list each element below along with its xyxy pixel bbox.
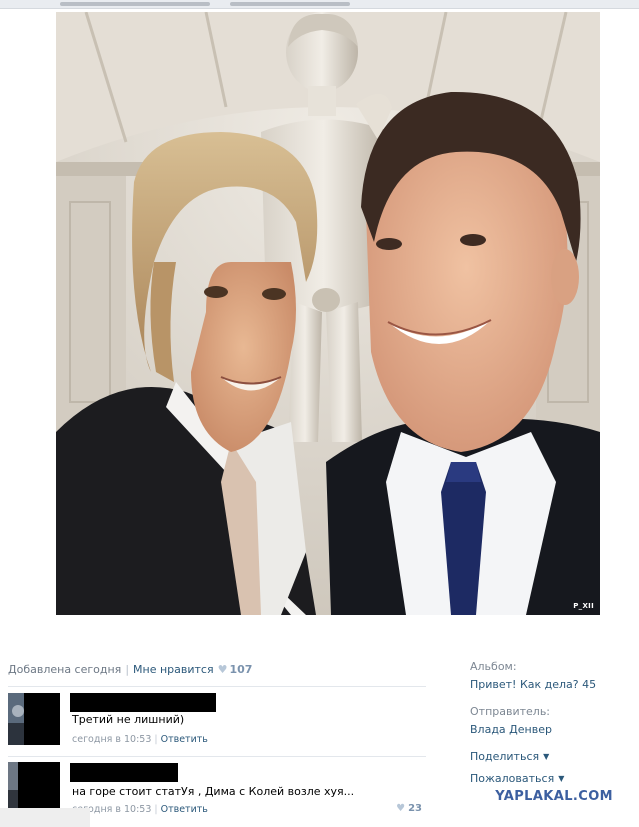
album-label: Альбом:: [470, 660, 517, 673]
chevron-down-icon[interactable]: ▼: [558, 774, 564, 783]
comment-item: Третий не лишний) сегодня в 10:53 | Ответи…: [8, 693, 428, 749]
share-label[interactable]: Поделиться: [470, 750, 539, 763]
comment-text: Третий не лишний): [72, 713, 185, 726]
divider: [8, 756, 426, 757]
top-strip: [0, 0, 639, 9]
comment-meta: сегодня в 10:53 | Ответить: [72, 804, 208, 815]
report-label[interactable]: Пожаловаться: [470, 772, 554, 785]
like-count[interactable]: 107: [229, 663, 252, 676]
added-date: Добавлена сегодня: [8, 663, 122, 676]
reply-link[interactable]: Ответить: [161, 804, 208, 815]
heart-icon[interactable]: ♥: [396, 803, 405, 814]
site-watermark: YAPLAKAL.COM: [495, 789, 613, 804]
photo-sidebar: Альбом: Привет! Как дела? 45 Отправитель…: [470, 660, 630, 794]
redaction-bar: [18, 762, 60, 814]
avatar[interactable]: [8, 762, 60, 814]
bottom-strip: [0, 808, 90, 827]
post-photo[interactable]: P_XII: [56, 12, 600, 615]
cropped-header-text: [60, 2, 210, 6]
photo-illustration: [56, 12, 600, 615]
heart-icon[interactable]: ♥: [218, 663, 228, 676]
comment-likes[interactable]: ♥ 23: [396, 803, 422, 814]
photo-watermark: P_XII: [573, 602, 594, 610]
chevron-down-icon[interactable]: ▼: [543, 752, 549, 761]
comment-meta: сегодня в 10:53 | Ответить: [72, 734, 208, 745]
album-link[interactable]: Привет! Как дела? 45: [470, 678, 630, 691]
separator: |: [154, 804, 158, 815]
redaction-bar: [24, 693, 60, 745]
report-menu[interactable]: Пожаловаться ▼: [470, 772, 630, 785]
comment-time[interactable]: сегодня в 10:53: [72, 734, 151, 745]
sender-link[interactable]: Влада Денвер: [470, 723, 630, 736]
cropped-header-text: [230, 2, 350, 6]
like-link[interactable]: Мне нравится: [133, 663, 214, 676]
author-name-redacted[interactable]: [70, 763, 178, 782]
separator: |: [154, 734, 158, 745]
divider: [8, 686, 426, 687]
share-menu[interactable]: Поделиться ▼: [470, 750, 630, 763]
reply-link[interactable]: Ответить: [161, 734, 208, 745]
author-name-redacted[interactable]: [70, 693, 216, 712]
comment-text: на горе стоит статУя , Дима с Колей возл…: [72, 785, 355, 798]
sender-label: Отправитель:: [470, 705, 551, 718]
post-meta: Добавлена сегодня | Мне нравится ♥ 107: [8, 663, 252, 676]
separator: |: [125, 663, 130, 676]
avatar[interactable]: [8, 693, 60, 745]
comment-like-count[interactable]: 23: [408, 803, 422, 814]
